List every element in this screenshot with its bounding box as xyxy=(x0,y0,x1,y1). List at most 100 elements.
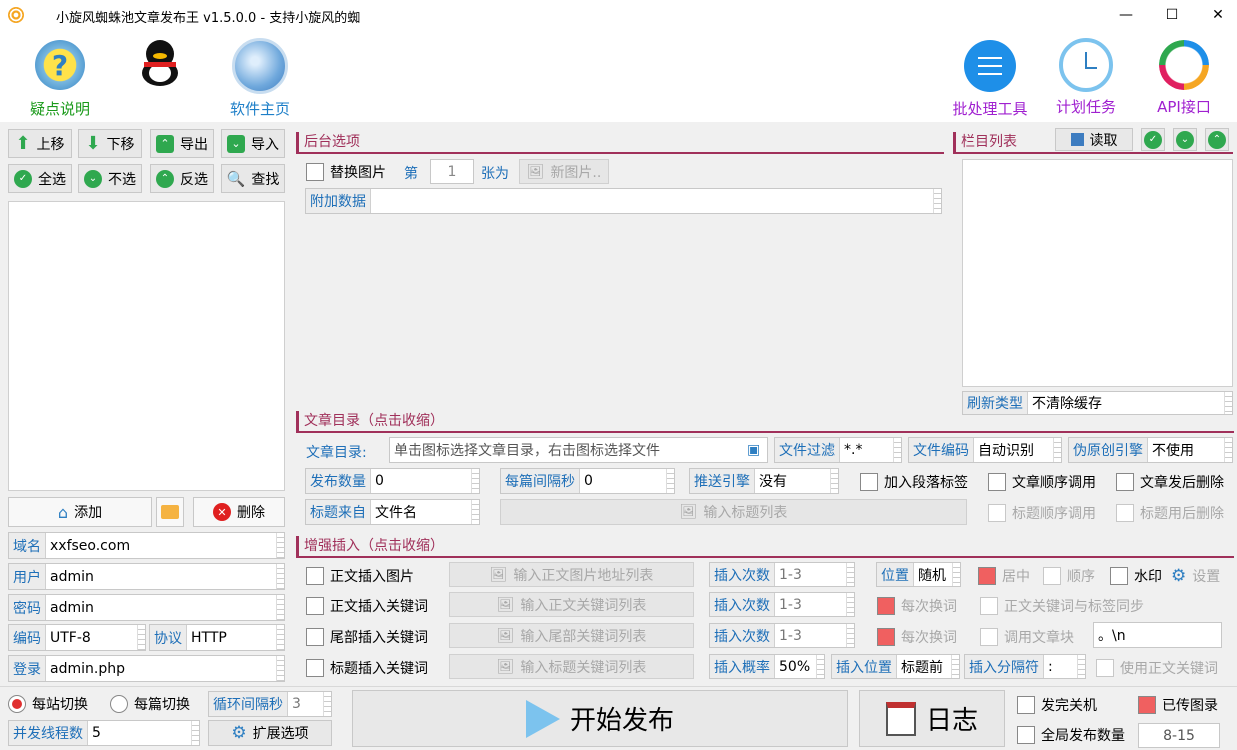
change-word-each-2-checkbox[interactable]: 每次换词 xyxy=(877,627,957,647)
password-field[interactable]: 密码 admin xyxy=(8,594,285,621)
folder-button[interactable] xyxy=(156,497,184,527)
body-insert-keyword-checkbox[interactable]: 正文插入关键词 xyxy=(306,596,428,616)
read-button[interactable]: 读取 xyxy=(1055,128,1133,151)
protocol-select[interactable]: 协议 HTTP xyxy=(149,624,285,651)
extra-data-field[interactable]: 附加数据 xyxy=(305,188,942,214)
thread-count-field[interactable]: 并发线程数 5 xyxy=(8,720,200,746)
insert-probability-field[interactable]: 插入概率 50% xyxy=(709,654,825,679)
user-field[interactable]: 用户 admin xyxy=(8,563,285,590)
select-none-button[interactable]: ⌄ 不选 xyxy=(78,164,142,193)
chevron-up-icon: ⌃ xyxy=(156,134,174,153)
move-up-button[interactable]: ⬆ 上移 xyxy=(8,129,72,158)
body-keyword-list-button[interactable]: 🖼 输入正文关键词列表 xyxy=(449,592,694,617)
select-all-button[interactable]: ✓ 全选 xyxy=(8,164,72,193)
help-button[interactable]: ? 疑点说明 xyxy=(22,38,98,119)
chevron-down-circle-icon: ⌄ xyxy=(84,169,102,188)
move-down-button[interactable]: ⬇ 下移 xyxy=(78,129,142,158)
replace-image-checkbox[interactable]: 替换图片 xyxy=(306,162,386,182)
delete-after-publish-checkbox[interactable]: 文章发后删除 xyxy=(1116,472,1224,492)
uploaded-images-checkbox[interactable]: 已传图录 xyxy=(1138,695,1218,715)
question-icon: ? xyxy=(35,40,85,90)
pseudo-original-select[interactable]: 伪原创引擎 不使用 xyxy=(1068,437,1233,463)
folder-picker-icon[interactable]: ▣ xyxy=(747,442,767,458)
maximize-button[interactable]: ☐ xyxy=(1149,0,1195,30)
schedule-button[interactable]: 计划任务 xyxy=(1048,38,1124,117)
watermark-checkbox[interactable]: 水印 xyxy=(1110,566,1162,586)
order-checkbox[interactable]: 顺序 xyxy=(1043,566,1095,586)
sliders-icon xyxy=(964,40,1016,92)
new-image-button[interactable]: 🖼 新图片.. xyxy=(519,159,609,184)
per-post-switch-radio[interactable]: 每篇切换 xyxy=(110,694,190,714)
insert-count-2[interactable]: 插入次数 1-3 xyxy=(709,592,855,617)
export-button[interactable]: ⌃ 导出 xyxy=(150,129,214,158)
keyword-tag-sync-checkbox[interactable]: 正文关键词与标签同步 xyxy=(980,596,1144,616)
per-site-switch-radio[interactable]: 每站切换 xyxy=(8,694,88,714)
watermark-settings-button[interactable]: ⚙ 设置 xyxy=(1171,566,1220,586)
batch-tool-button[interactable]: 批处理工具 xyxy=(944,38,1036,119)
delete-button[interactable]: ✕ 删除 xyxy=(193,497,285,527)
login-field[interactable]: 登录 admin.php xyxy=(8,655,285,682)
global-publish-count-checkbox[interactable]: 全局发布数量 xyxy=(1017,725,1125,745)
use-body-keyword-checkbox[interactable]: 使用正文关键词 xyxy=(1096,658,1218,678)
column-down-button[interactable]: ⌄ xyxy=(1173,128,1197,151)
shutdown-after-checkbox[interactable]: 发完关机 xyxy=(1017,695,1097,715)
article-sequence-checkbox[interactable]: 文章顺序调用 xyxy=(988,472,1096,492)
backend-section-header[interactable]: 后台选项 xyxy=(296,130,944,154)
log-button[interactable]: 日志 xyxy=(859,690,1005,747)
app-icon xyxy=(8,7,24,23)
column-check-button[interactable]: ✓ xyxy=(1141,128,1165,151)
title-list-button[interactable]: 🖼 输入标题列表 xyxy=(500,499,967,525)
position-select[interactable]: 位置 随机 xyxy=(876,562,961,587)
minimize-button[interactable]: — xyxy=(1103,0,1149,30)
push-engine-select[interactable]: 推送引擎 没有 xyxy=(689,468,839,494)
qq-button[interactable] xyxy=(136,38,184,90)
cube-icon xyxy=(1070,133,1084,146)
site-list[interactable] xyxy=(8,201,285,491)
tail-keyword-list-button[interactable]: 🖼 输入尾部关键词列表 xyxy=(449,623,694,648)
body-image-list-button[interactable]: 🖼 输入正文图片地址列表 xyxy=(449,562,694,587)
title-insert-keyword-checkbox[interactable]: 标题插入关键词 xyxy=(306,658,428,678)
interval-field[interactable]: 每篇间隔秒 0 xyxy=(500,468,675,494)
encoding-select[interactable]: 编码 UTF-8 xyxy=(8,624,146,651)
file-encoding-select[interactable]: 文件编码 自动识别 xyxy=(908,437,1062,463)
articles-section-header[interactable]: 文章目录（点击收缩） xyxy=(296,409,1234,433)
image-index-input[interactable]: 1 xyxy=(430,159,474,184)
api-button[interactable]: API接口 xyxy=(1146,38,1222,117)
search-icon: 🔍 xyxy=(226,169,246,188)
title-delete-checkbox[interactable]: 标题用后删除 xyxy=(1116,503,1224,523)
import-button[interactable]: ⌄ 导入 xyxy=(221,129,285,158)
insert-position-select[interactable]: 插入位置 标题前 xyxy=(831,654,960,679)
insert-count-3[interactable]: 插入次数 1-3 xyxy=(709,623,855,648)
close-button[interactable]: ✕ xyxy=(1195,0,1237,30)
invert-selection-button[interactable]: ⌃ 反选 xyxy=(150,164,214,193)
loop-interval-field[interactable]: 循环间隔秒 3 xyxy=(208,691,332,717)
add-button[interactable]: ⌂ 添加 xyxy=(8,497,152,527)
domain-field[interactable]: 域名 xxfseo.com xyxy=(8,532,285,559)
center-checkbox[interactable]: 居中 xyxy=(978,566,1030,586)
call-article-block-checkbox[interactable]: 调用文章块 xyxy=(980,627,1074,647)
title-source-select[interactable]: 标题来自 文件名 xyxy=(305,499,480,525)
title-sequence-checkbox[interactable]: 标题顺序调用 xyxy=(988,503,1096,523)
homepage-button[interactable]: 软件主页 xyxy=(222,38,298,119)
picture-icon: 🖼 xyxy=(526,163,545,180)
title-keyword-list-button[interactable]: 🖼 输入标题关键词列表 xyxy=(449,654,694,679)
paragraph-tag-checkbox[interactable]: 加入段落标签 xyxy=(860,472,968,492)
extended-options-button[interactable]: ⚙ 扩展选项 xyxy=(208,720,332,746)
column-up-button[interactable]: ⌃ xyxy=(1205,128,1229,151)
global-count-input[interactable]: 8-15 xyxy=(1138,723,1220,748)
publish-count-field[interactable]: 发布数量 0 xyxy=(305,468,480,494)
insert-count-1[interactable]: 插入次数 1-3 xyxy=(709,562,855,587)
change-word-each-1-checkbox[interactable]: 每次换词 xyxy=(877,596,957,616)
chevron-up-circle-icon: ⌃ xyxy=(156,169,174,188)
find-button[interactable]: 🔍 查找 xyxy=(221,164,285,193)
enhance-section-header[interactable]: 增强插入（点击收缩） xyxy=(296,534,1234,558)
body-insert-image-checkbox[interactable]: 正文插入图片 xyxy=(306,566,414,586)
tail-insert-keyword-checkbox[interactable]: 尾部插入关键词 xyxy=(306,627,428,647)
arrow-up-icon: ⬆ xyxy=(15,133,31,154)
start-publish-button[interactable]: 开始发布 xyxy=(352,690,848,747)
block-separator-input[interactable]: 。\n xyxy=(1093,622,1222,648)
column-list[interactable] xyxy=(962,159,1233,387)
article-dir-input[interactable]: 单击图标选择文章目录，右击图标选择文件 ▣ xyxy=(389,437,768,463)
insert-separator-field[interactable]: 插入分隔符: xyxy=(964,654,1086,679)
file-filter-field[interactable]: 文件过滤 *.* xyxy=(774,437,902,463)
